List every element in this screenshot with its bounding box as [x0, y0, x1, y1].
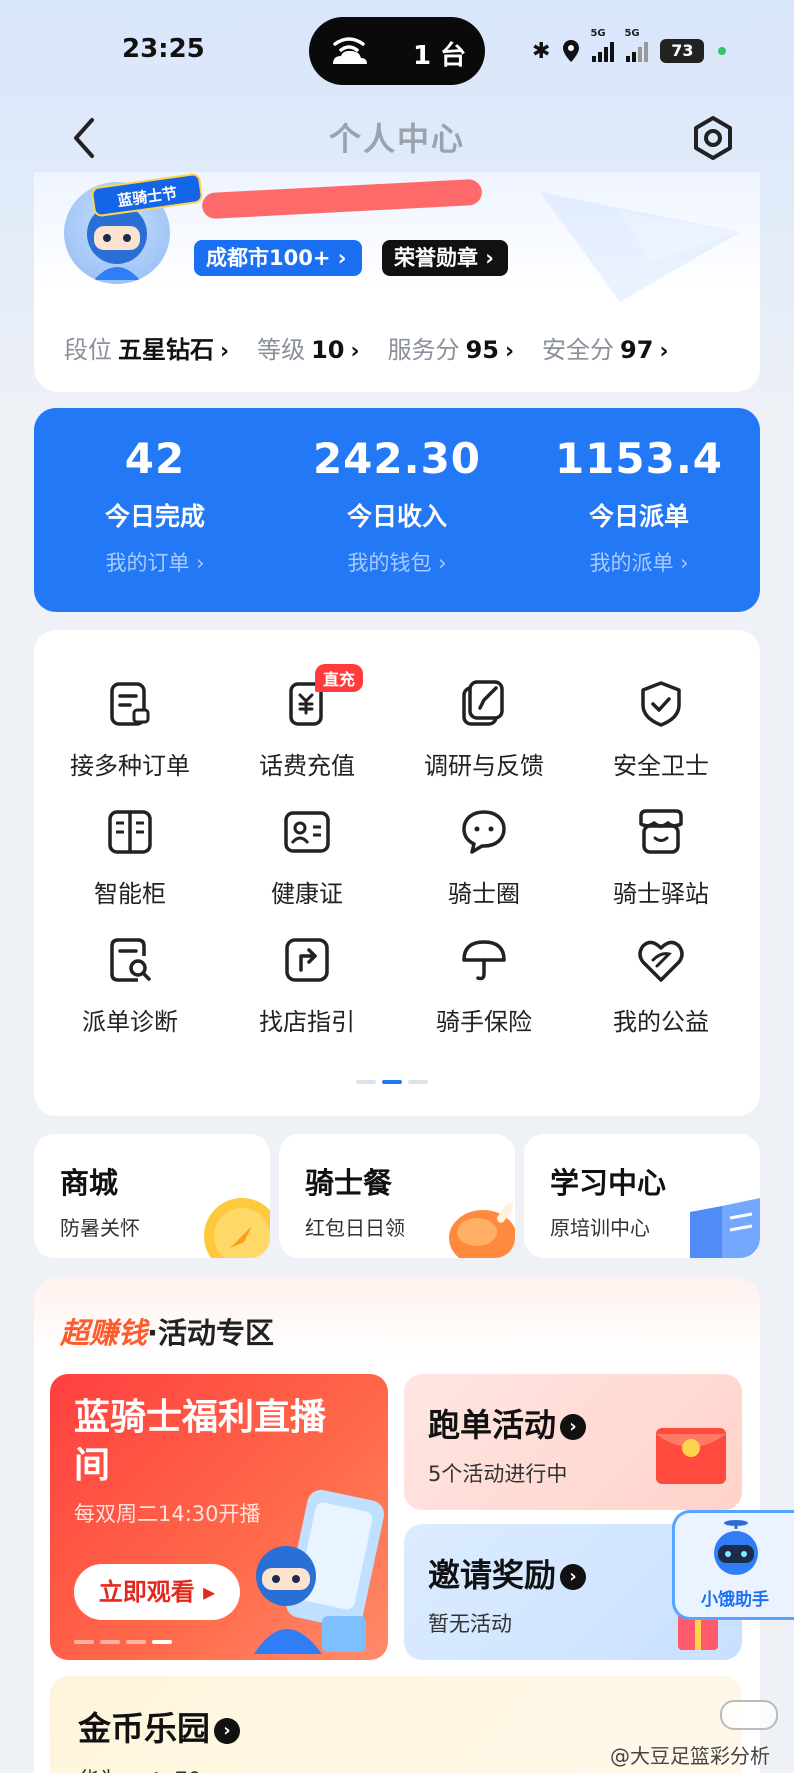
tool-store-guide[interactable]: 找店指引	[227, 934, 387, 1037]
coin-park-title: 金币乐园 ›	[78, 1702, 240, 1750]
chat-bubble-icon	[462, 810, 506, 854]
direct-recharge-badge: 直充	[315, 664, 364, 692]
my-orders-link[interactable]: 我的订单 ›	[34, 547, 276, 577]
invite-reward-title: 邀请奖励 ›	[428, 1550, 587, 1596]
signal-5g-icon-a: 5G	[590, 28, 615, 62]
activity-heading: 超赚钱·活动专区	[60, 1316, 275, 1350]
mall-card[interactable]: 商城 防暑关怀	[34, 1134, 270, 1258]
profile-card[interactable]: 蓝骑士节 成都市100+ › 荣誉勋章 › 段位 五星钻石 › 等级 10 › …	[34, 172, 760, 392]
feedback-icon	[462, 680, 504, 726]
my-wallet-link[interactable]: 我的钱包 ›	[276, 547, 518, 577]
avatar-badge: 蓝骑士节	[90, 172, 204, 218]
status-icons: ✱ 5G 5G 73	[532, 28, 727, 66]
nav-bar: 个人中心	[0, 100, 794, 178]
today-income[interactable]: 242.30 今日收入 我的钱包 ›	[276, 434, 518, 577]
paper-plane-decoration	[540, 192, 740, 302]
rider-meal-card[interactable]: 骑士餐 红包日日领	[279, 1134, 515, 1258]
tool-safety-guard[interactable]: 安全卫士	[581, 678, 741, 781]
today-summary-card: 42 今日完成 我的订单 › 242.30 今日收入 我的钱包 › 1153.4…	[34, 408, 760, 612]
profile-stats: 段位 五星钻石 › 等级 10 › 服务分 95 › 安全分 97 ›	[64, 330, 669, 365]
chicken-leg-icon	[449, 1203, 515, 1258]
chevron-right-icon: ›	[350, 339, 360, 364]
watermark-logo	[720, 1700, 778, 1730]
settings-button[interactable]	[688, 108, 738, 168]
honor-medal-tag[interactable]: 荣誉勋章 ›	[382, 240, 508, 276]
tool-rider-station[interactable]: 骑士驿站	[581, 806, 741, 909]
assistant-float-button[interactable]: 小饿助手	[672, 1510, 794, 1620]
tools-grid: 接多种订单 直充 话费充值 调研与反馈 安全卫士 智能柜 健康证 骑士圈 骑士驿…	[34, 630, 760, 1116]
learning-center-card[interactable]: 学习中心 原培训中心	[524, 1134, 760, 1258]
red-envelope-icon	[656, 1428, 726, 1484]
redacted-name	[201, 178, 483, 220]
health-card-icon	[284, 811, 330, 853]
stat-service-score[interactable]: 服务分 95 ›	[388, 330, 514, 365]
status-bar: 23:25 1 台 ✱ 5G 5G 73	[0, 0, 794, 100]
chevron-right-icon: ›	[504, 339, 515, 364]
gold-coin-icon	[204, 1198, 270, 1258]
smart-locker-icon	[108, 810, 152, 854]
privacy-dot	[718, 47, 727, 55]
tool-multi-orders[interactable]: 接多种订单	[50, 678, 210, 781]
status-time: 23:25	[122, 34, 205, 64]
island-text: 1 台	[413, 41, 467, 71]
page-title: 个人中心	[328, 120, 465, 158]
open-book-icon	[690, 1198, 760, 1258]
dynamic-island[interactable]: 1 台	[309, 17, 485, 85]
order-types-icon	[110, 682, 150, 726]
running-activity-title: 跑单活动 ›	[428, 1400, 587, 1446]
delivery-cloud-icon	[333, 37, 367, 64]
activity-zone: 超赚钱·活动专区 蓝骑士福利直播间 每双周二14:30开播 立即观看 ▸ 跑单活…	[34, 1278, 760, 1773]
watch-now-button[interactable]: 立即观看 ▸	[74, 1564, 240, 1620]
tool-dispatch-diagnosis[interactable]: 派单诊断	[50, 934, 210, 1037]
dispatch-diagnosis-icon	[110, 938, 151, 982]
live-room-title: 蓝骑士福利直播间	[74, 1397, 327, 1486]
tool-smart-locker[interactable]: 智能柜	[50, 806, 210, 909]
my-dispatch-link[interactable]: 我的派单 ›	[518, 547, 760, 577]
live-room-card[interactable]: 蓝骑士福利直播间 每双周二14:30开播 立即观看 ▸	[50, 1374, 388, 1660]
rider-station-icon	[639, 809, 683, 854]
tools-pager	[356, 1080, 428, 1084]
running-activity-card[interactable]: 跑单活动 › 5个活动进行中	[404, 1374, 742, 1510]
tool-my-charity[interactable]: 我的公益	[581, 934, 741, 1037]
chevron-right-icon: ›	[220, 339, 230, 364]
arrow-right-circle-icon: ›	[214, 1718, 240, 1744]
charity-heart-icon	[638, 940, 684, 982]
tool-phone-recharge[interactable]: 直充 话费充值	[227, 664, 387, 781]
personal-center-page: 23:25 1 台 ✱ 5G 5G 73 蓝骑士节 成都市100+ › 荣誉勋章…	[0, 0, 794, 1773]
bluetooth-icon: ✱	[532, 38, 551, 64]
tool-rider-insurance[interactable]: 骑手保险	[404, 934, 564, 1037]
stat-rank[interactable]: 段位 五星钻石 ›	[64, 330, 229, 365]
location-icon	[563, 40, 580, 62]
tool-feedback[interactable]: 调研与反馈	[404, 678, 564, 781]
chevron-right-icon: ›	[659, 339, 669, 364]
live-schedule: 每双周二14:30开播	[74, 1502, 261, 1526]
stat-level[interactable]: 等级 10 ›	[257, 330, 359, 365]
stat-safety-score[interactable]: 安全分 97 ›	[542, 330, 668, 365]
robot-mascot-icon	[714, 1520, 758, 1575]
city-rank-tag[interactable]: 成都市100+ ›	[194, 240, 363, 276]
shield-check-icon	[641, 681, 681, 727]
watermark-text: @大豆足篮彩分析	[610, 1744, 770, 1768]
arrow-right-circle-icon: ›	[560, 1564, 587, 1590]
arrow-right-circle-icon: ›	[560, 1414, 587, 1440]
signal-5g-icon-b: 5G	[624, 28, 649, 62]
today-dispatch[interactable]: 1153.4 今日派单 我的派单 ›	[518, 434, 760, 577]
umbrella-icon	[462, 940, 506, 981]
battery-indicator: 73	[660, 39, 705, 63]
today-completed[interactable]: 42 今日完成 我的订单 ›	[34, 434, 276, 577]
tool-health-card[interactable]: 健康证	[227, 806, 387, 909]
live-carousel-dots	[74, 1640, 172, 1644]
tool-rider-circle[interactable]: 骑士圈	[404, 806, 564, 909]
store-guide-icon	[285, 938, 329, 982]
